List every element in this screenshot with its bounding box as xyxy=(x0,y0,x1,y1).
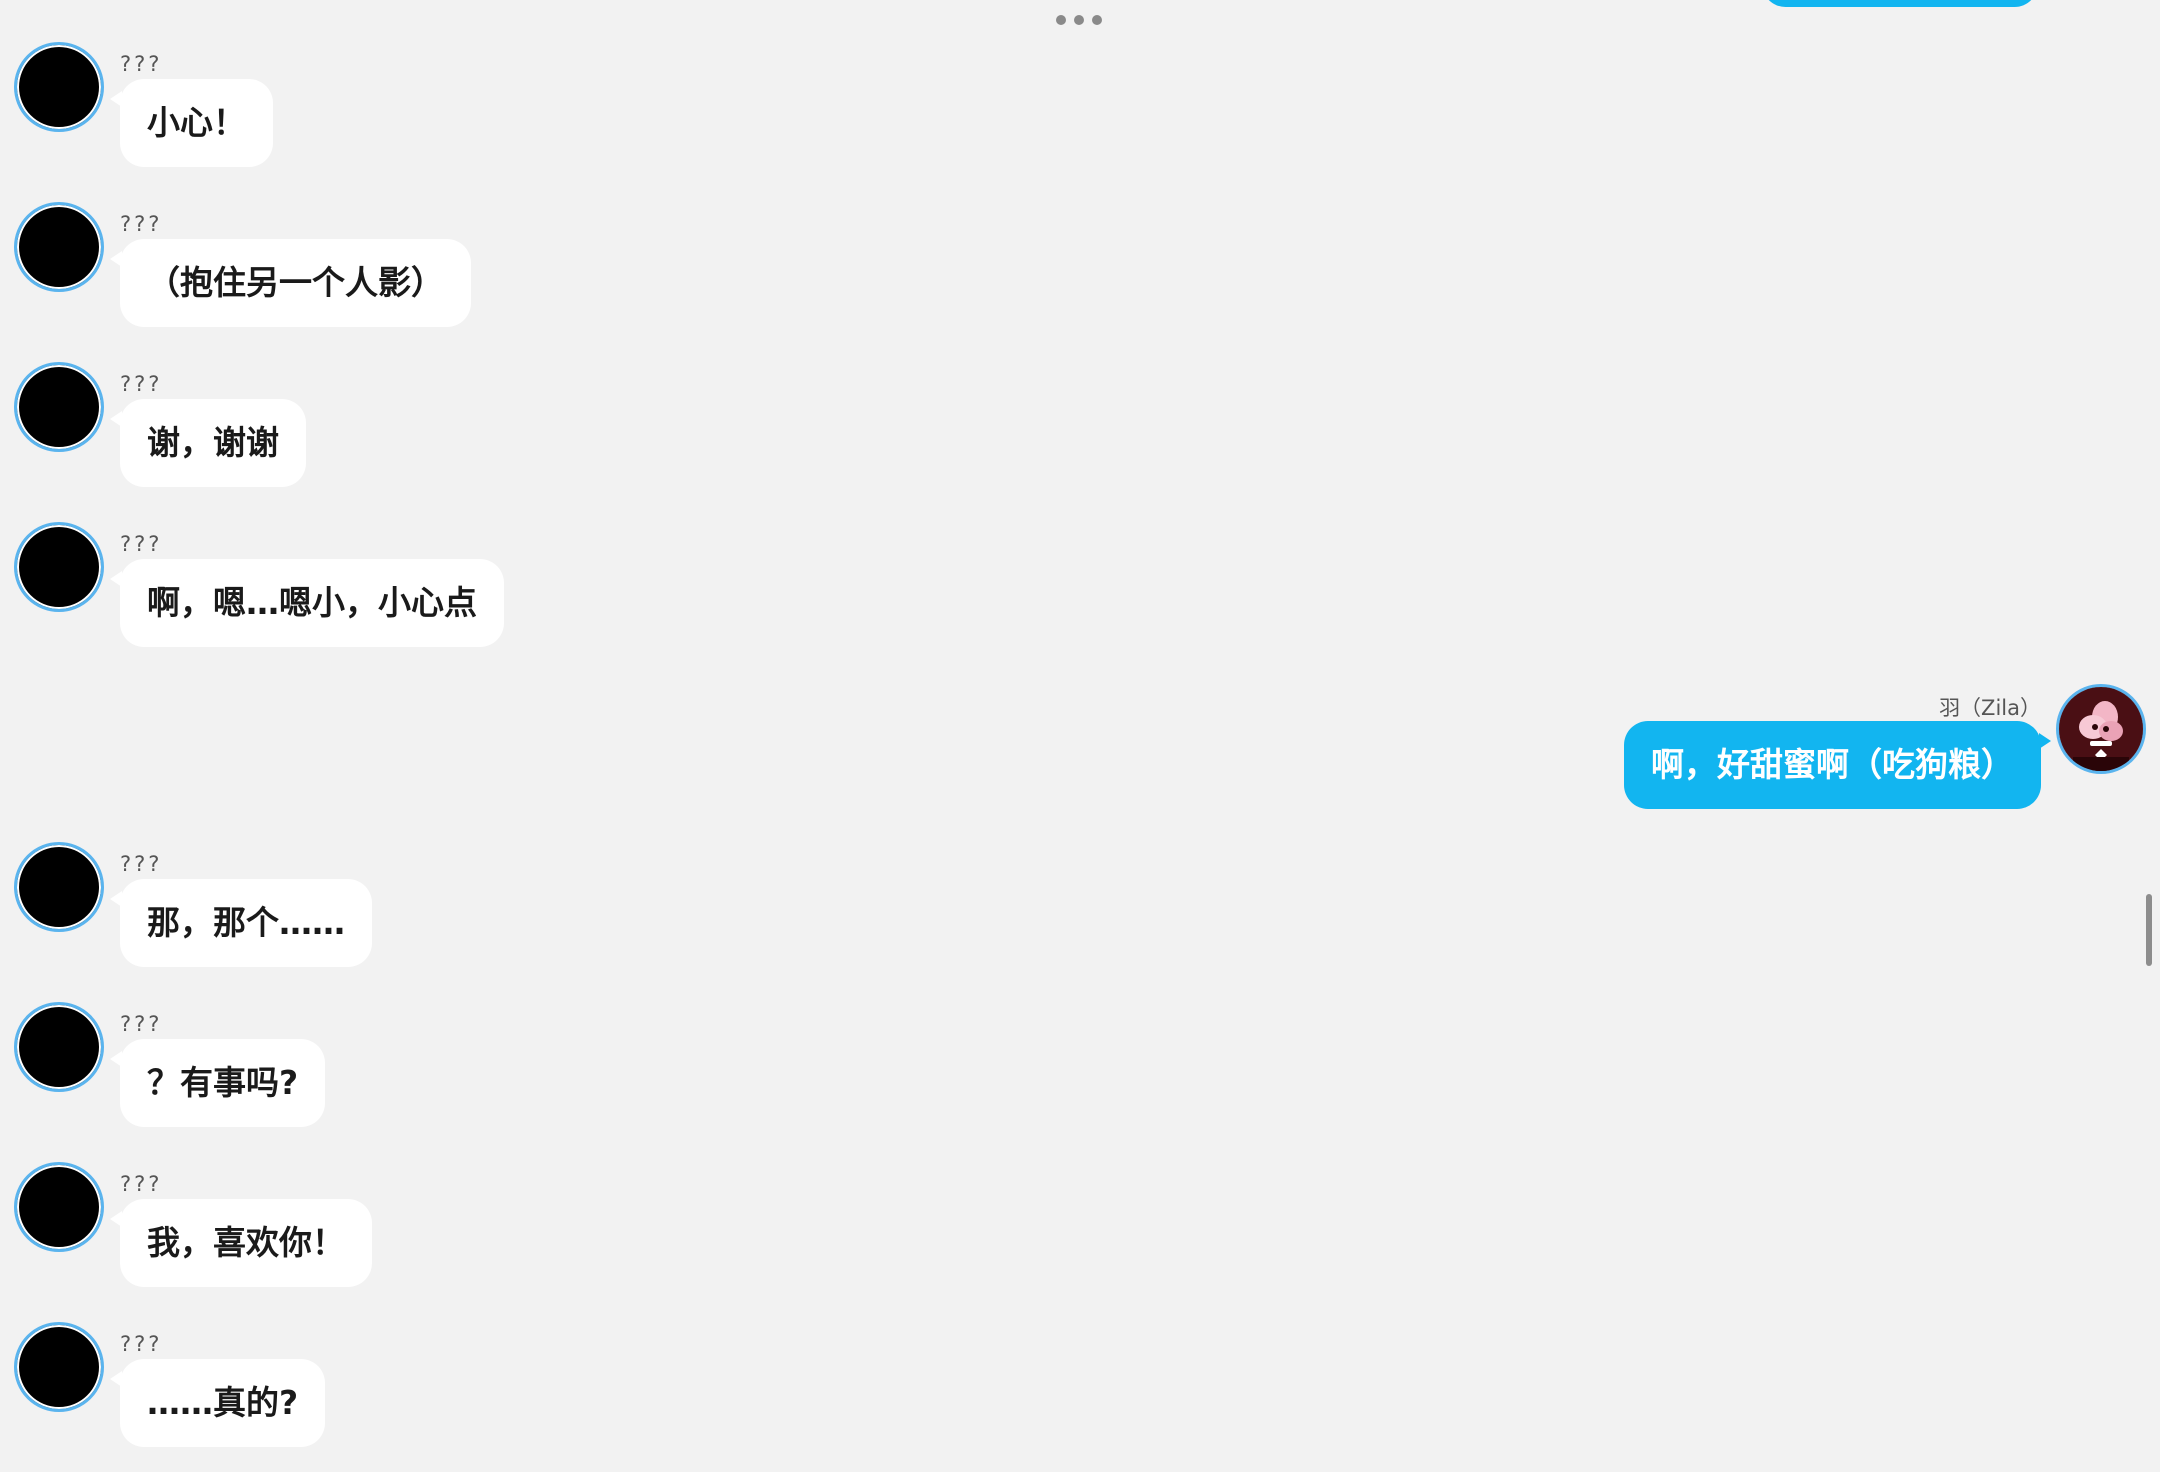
sender-name: ??? xyxy=(120,1172,163,1196)
message-bubble[interactable]: 我，喜欢你！ xyxy=(110,1199,372,1287)
avatar[interactable] xyxy=(14,1322,104,1412)
avatar[interactable] xyxy=(14,202,104,292)
message-bubble[interactable]: 小心！ xyxy=(110,79,273,167)
sender-name: 羽（Zila） xyxy=(1939,696,2041,720)
message-bubble[interactable]: 啊，好甜蜜啊（吃狗粮） xyxy=(1624,721,2051,809)
dot-icon xyxy=(1092,15,1102,25)
sender-name: ??? xyxy=(120,1012,163,1036)
message-bubble[interactable]: 啊，嗯…嗯小，小心点 xyxy=(110,559,504,647)
avatar[interactable] xyxy=(14,1162,104,1252)
avatar[interactable] xyxy=(14,842,104,932)
outgoing-message-bubble-partial[interactable] xyxy=(1762,0,2038,7)
message-bubble[interactable]: 那，那个…… xyxy=(110,879,372,967)
message-row-incoming: ??? 我，喜欢你！ xyxy=(0,1162,1200,1312)
avatar[interactable] xyxy=(2056,684,2146,774)
dot-icon xyxy=(1056,15,1066,25)
message-row-incoming: ??? ……真的? xyxy=(0,1322,1200,1472)
character-avatar-icon xyxy=(2059,687,2143,771)
message-bubble[interactable]: 谢，谢谢 xyxy=(110,399,306,487)
message-row-incoming: ??? 啊，嗯…嗯小，小心点 xyxy=(0,522,1200,672)
avatar[interactable] xyxy=(14,42,104,132)
avatar[interactable] xyxy=(14,362,104,452)
message-row-incoming: ??? 小心！ xyxy=(0,42,1200,192)
message-row-incoming: ??? 谢，谢谢 xyxy=(0,362,1200,512)
message-bubble[interactable]: ……真的? xyxy=(109,1359,326,1447)
message-row-outgoing: 羽（Zila） 啊，好甜蜜啊（吃狗粮） xyxy=(1260,684,2160,824)
dot-icon xyxy=(1074,15,1084,25)
message-row-incoming: ??? 那，那个…… xyxy=(0,842,1200,992)
chat-window: ??? 小心！ ??? （抱住另一个人影） ??? 谢，谢谢 ??? 啊，嗯…嗯… xyxy=(0,0,2160,1472)
avatar[interactable] xyxy=(14,522,104,612)
sender-name: ??? xyxy=(120,852,163,876)
more-options-icon[interactable] xyxy=(1056,12,1102,28)
message-row-incoming: ??? ？有事吗? xyxy=(0,1002,1200,1152)
message-bubble[interactable]: ？有事吗? xyxy=(109,1039,326,1127)
scrollbar[interactable] xyxy=(2146,894,2152,966)
sender-name: ??? xyxy=(120,52,163,76)
sender-name: ??? xyxy=(120,1332,163,1356)
sender-name: ??? xyxy=(120,372,163,396)
avatar[interactable] xyxy=(14,1002,104,1092)
sender-name: ??? xyxy=(120,532,163,556)
message-bubble[interactable]: （抱住另一个人影） xyxy=(110,239,471,327)
sender-name: ??? xyxy=(120,212,163,236)
message-row-incoming: ??? （抱住另一个人影） xyxy=(0,202,1200,352)
